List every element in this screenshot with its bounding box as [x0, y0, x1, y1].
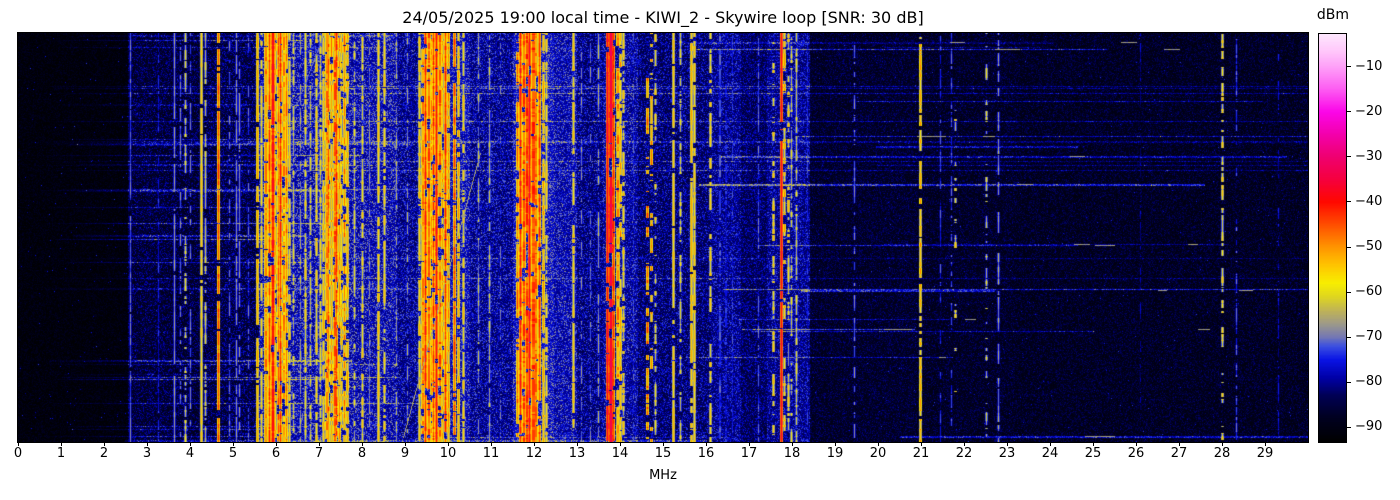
x-tick-label: 16	[697, 446, 715, 461]
x-tick-label: 6	[271, 446, 281, 461]
x-tick-label: 22	[955, 446, 973, 461]
x-tick-label: 5	[228, 446, 238, 461]
colorbar-tick-mark	[1347, 426, 1351, 428]
x-tick-label: 11	[482, 446, 500, 461]
x-tick-label: 10	[439, 446, 457, 461]
colorbar-tick-mark	[1347, 291, 1351, 293]
spectrogram-plot-frame	[17, 32, 1309, 443]
x-tick-label: 4	[185, 446, 195, 461]
x-tick-label: 15	[654, 446, 672, 461]
chart-title: 24/05/2025 19:00 local time - KIWI_2 - S…	[402, 8, 924, 27]
colorbar-tick-mark	[1347, 201, 1351, 203]
colorbar-tick-mark	[1347, 156, 1351, 158]
x-tick-label: 23	[998, 446, 1016, 461]
x-tick-label: 7	[314, 446, 324, 461]
colorbar-tick-label: −10	[1355, 58, 1383, 74]
x-tick-label: 24	[1041, 446, 1059, 461]
spectrogram-canvas	[18, 33, 1308, 442]
x-tick-label: 27	[1170, 446, 1188, 461]
x-tick-label: 9	[400, 446, 410, 461]
colorbar-tick-label: −50	[1355, 239, 1383, 254]
colorbar-tick-mark	[1347, 111, 1351, 113]
x-tick-label: 13	[568, 446, 586, 461]
colorbar-frame	[1318, 33, 1347, 443]
x-tick-label: 8	[357, 446, 367, 461]
colorbar-tick-label: −70	[1355, 329, 1383, 345]
x-tick-label: 18	[783, 446, 801, 461]
spectrogram-figure: 24/05/2025 19:00 local time - KIWI_2 - S…	[0, 0, 1400, 500]
x-tick-label: 0	[13, 446, 23, 461]
colorbar-tick-mark	[1347, 381, 1351, 383]
x-tick-label: 3	[142, 446, 152, 461]
x-tick-label: 14	[611, 446, 629, 461]
x-tick-label: 20	[869, 446, 887, 461]
colorbar-tick-mark	[1347, 246, 1351, 248]
x-tick-label: 26	[1127, 446, 1145, 461]
colorbar-tick-label: −40	[1355, 193, 1383, 209]
x-tick-label: 2	[99, 446, 109, 461]
colorbar-unit-label: dBm	[1316, 7, 1350, 23]
colorbar-tick-label: −80	[1355, 374, 1383, 390]
colorbar-tick-label: −60	[1355, 284, 1383, 300]
x-tick-label: 25	[1084, 446, 1102, 461]
x-tick-label: 17	[740, 446, 758, 461]
colorbar-tick-label: −20	[1355, 103, 1383, 119]
colorbar-tick-mark	[1347, 66, 1351, 68]
x-tick-label: 21	[912, 446, 930, 461]
x-tick-label: 29	[1256, 446, 1274, 461]
x-axis-label: MHz	[649, 468, 677, 483]
x-tick-label: 12	[525, 446, 543, 461]
x-tick-label: 1	[56, 446, 66, 461]
x-tick-label: 19	[826, 446, 844, 461]
colorbar-canvas	[1319, 34, 1346, 442]
colorbar-tick-label: −30	[1355, 148, 1383, 164]
colorbar-tick-mark	[1347, 336, 1351, 338]
colorbar-tick-label: −90	[1355, 419, 1383, 435]
x-tick-label: 28	[1213, 446, 1231, 461]
